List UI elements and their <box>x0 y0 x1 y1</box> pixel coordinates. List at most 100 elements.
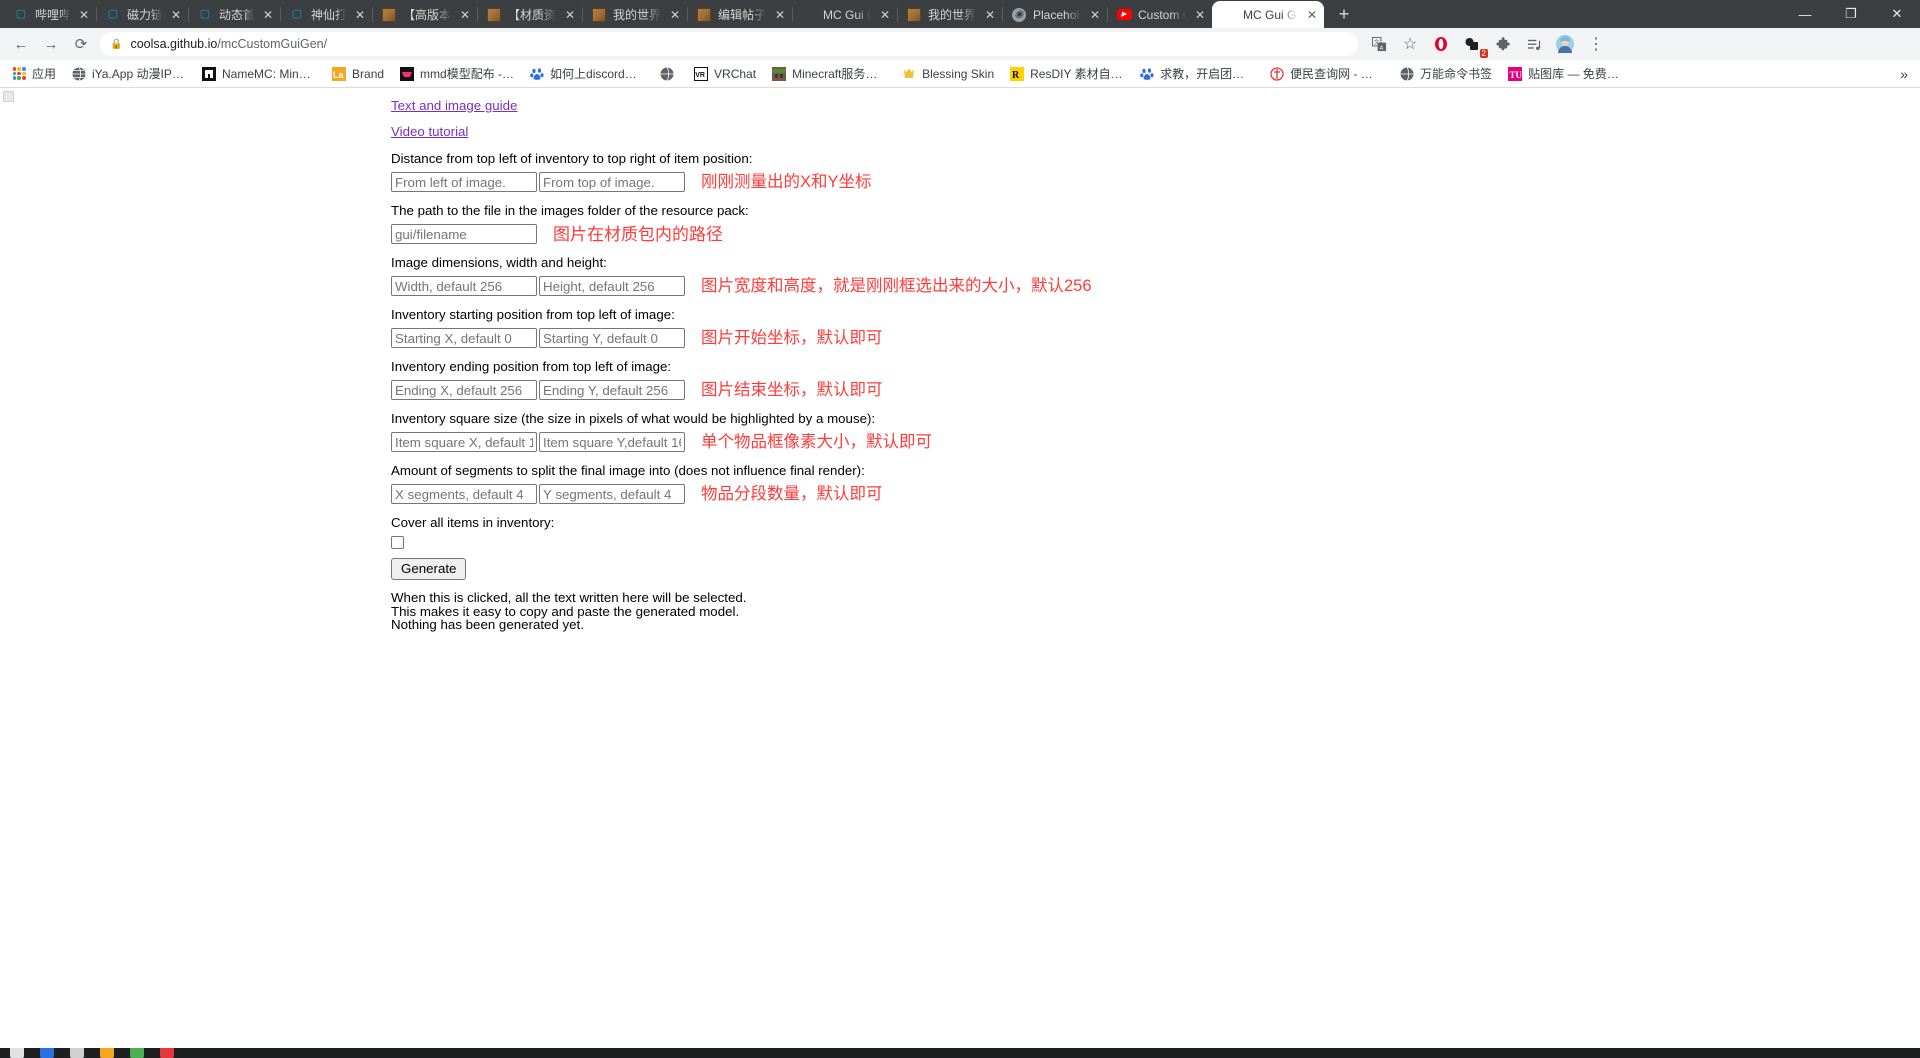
tab-bilibili-1[interactable]: ▢ 哔哩哔哩 ( ✕ <box>4 1 96 28</box>
tab-minecraft-4[interactable]: 我的世界材 ✕ <box>897 1 1002 28</box>
tab-close-icon[interactable]: ✕ <box>562 7 578 23</box>
tab-placeholder[interactable]: ◉ Placeholder ✕ <box>1002 1 1107 28</box>
tab-minecraft-3[interactable]: 我的世界材 ✕ <box>582 1 687 28</box>
item-square-y-input[interactable] <box>539 432 685 452</box>
bookmark-label: 便民查询网 - 免费... <box>1290 65 1384 82</box>
minecraft-cube-icon <box>591 7 607 23</box>
x-segments-input[interactable] <box>391 484 537 504</box>
bookmark-qiujiao[interactable]: 求教，开启团队竞... <box>1132 62 1262 86</box>
tab-close-icon[interactable]: ✕ <box>457 7 473 23</box>
mmd-icon <box>400 67 414 81</box>
bookmark-minecraft-servers[interactable]: Minecraft服务器/... <box>764 62 894 86</box>
reload-icon[interactable]: ⟳ <box>66 29 96 59</box>
tab-separator <box>897 7 898 22</box>
address-bar[interactable]: 🔒 coolsa.github.io/mcCustomGuiGen/ <box>100 32 1358 56</box>
tab-mc-gui-gen-active[interactable]: MC Gui Gen ✕ <box>1212 1 1324 28</box>
back-icon[interactable]: ← <box>6 29 36 59</box>
taskbar-icon[interactable] <box>130 1048 144 1058</box>
playlist-icon[interactable] <box>1519 29 1549 59</box>
bookmark-label: mmd模型配布 - S... <box>420 65 514 82</box>
bookmark-namemc[interactable]: NameMC: Minecr... <box>194 62 324 86</box>
tab-close-icon[interactable]: ✕ <box>667 7 683 23</box>
starting-x-input[interactable] <box>391 328 537 348</box>
extension-icon[interactable]: 2 <box>1457 29 1487 59</box>
bookmark-blessing-skin[interactable]: Blessing Skin <box>894 62 1002 86</box>
tab-close-icon[interactable]: ✕ <box>1192 7 1208 23</box>
tab-title: 磁力链接搜索 <box>127 6 162 23</box>
tab-title: 【高版本随 <box>403 6 451 23</box>
taskbar-icon[interactable] <box>100 1048 114 1058</box>
browser-menu-icon[interactable]: ⋮ <box>1581 29 1611 59</box>
tab-separator <box>1107 7 1108 22</box>
tab-mc-gui-gen-1[interactable]: MC Gui Gen ✕ <box>792 1 897 28</box>
tab-close-icon[interactable]: ✕ <box>76 7 92 23</box>
tab-minecraft-1[interactable]: 【高版本随 ✕ <box>372 1 477 28</box>
bookmark-globe-unnamed[interactable] <box>652 62 686 86</box>
item-square-x-input[interactable] <box>391 432 537 452</box>
tab-separator <box>280 7 281 22</box>
bookmark-apps[interactable]: 应用 <box>4 62 64 86</box>
bookmark-discord-guide[interactable]: 如何上discord不需... <box>522 62 652 86</box>
bookmark-mmd[interactable]: mmd模型配布 - S... <box>392 62 522 86</box>
tab-minecraft-2[interactable]: 【材质资源 ✕ <box>477 1 582 28</box>
tab-close-icon[interactable]: ✕ <box>982 7 998 23</box>
bookmark-commands[interactable]: 万能命令书签 <box>1392 62 1500 86</box>
globe-icon <box>1400 67 1414 81</box>
taskbar-icon[interactable] <box>40 1048 54 1058</box>
ending-x-input[interactable] <box>391 380 537 400</box>
taskbar-icon[interactable] <box>160 1048 174 1058</box>
tab-close-icon[interactable]: ✕ <box>772 7 788 23</box>
tab-close-icon[interactable]: ✕ <box>1087 7 1103 23</box>
tab-title: 哔哩哔哩 ( <box>35 6 70 23</box>
baidu-icon <box>530 67 544 81</box>
bookmarks-overflow-button[interactable]: » <box>1892 66 1916 82</box>
bookmark-vrchat[interactable]: VR VRChat <box>686 62 764 86</box>
close-window-button[interactable]: ✕ <box>1874 0 1920 28</box>
tab-close-icon[interactable]: ✕ <box>168 7 184 23</box>
generate-button[interactable]: Generate <box>391 558 466 580</box>
forward-icon[interactable]: → <box>36 29 66 59</box>
text-and-image-guide-link[interactable]: Text and image guide <box>391 98 517 113</box>
translate-icon[interactable]: 文A <box>1364 29 1394 59</box>
bookmark-bianmin[interactable]: 便民查询网 - 免费... <box>1262 62 1392 86</box>
from-top-of-image-input[interactable] <box>539 172 685 192</box>
new-tab-button[interactable]: + <box>1330 1 1358 28</box>
profile-avatar[interactable] <box>1550 29 1580 59</box>
url-text: coolsa.github.io/mcCustomGuiGen/ <box>130 37 327 51</box>
tab-title: Placeholder <box>1033 8 1081 22</box>
tab-close-icon[interactable]: ✕ <box>260 7 276 23</box>
bookmark-brand[interactable]: La Brand <box>324 62 392 86</box>
tab-bilibili-2[interactable]: ▢ 磁力链接搜索 ✕ <box>96 1 188 28</box>
starting-y-input[interactable] <box>539 328 685 348</box>
taskbar-icon[interactable] <box>70 1048 84 1058</box>
bookmark-resdiy[interactable]: R ResDIY 素材自助生... <box>1002 62 1132 86</box>
bookmark-tuku[interactable]: TU 贴图库 — 免费、高... <box>1500 62 1630 86</box>
globe-icon <box>660 67 674 81</box>
video-tutorial-link[interactable]: Video tutorial <box>391 124 468 139</box>
puzzle-extensions-icon[interactable] <box>1488 29 1518 59</box>
bookmark-iya-app[interactable]: iYa.App 动漫IP签... <box>64 62 194 86</box>
tab-bilibili-4[interactable]: ▢ 神仙打架， ✕ <box>280 1 372 28</box>
maximize-button[interactable]: ❐ <box>1828 0 1874 28</box>
image-height-input[interactable] <box>539 276 685 296</box>
ending-y-input[interactable] <box>539 380 685 400</box>
blessing-icon <box>902 67 916 81</box>
tab-custom-gui-youtube[interactable]: ▶ Custom Gui ✕ <box>1107 1 1212 28</box>
tab-close-icon[interactable]: ✕ <box>352 7 368 23</box>
namemc-icon <box>202 67 216 81</box>
image-width-input[interactable] <box>391 276 537 296</box>
bookmark-star-icon[interactable]: ☆ <box>1395 29 1425 59</box>
opera-extension-icon[interactable] <box>1426 29 1456 59</box>
annotation-segments: 物品分段数量，默认即可 <box>701 486 883 503</box>
gui-filename-input[interactable] <box>391 224 537 244</box>
tab-close-icon[interactable]: ✕ <box>877 7 893 23</box>
field-label-starting-position: Inventory starting position from top lef… <box>391 307 1491 322</box>
tab-edit-post[interactable]: 编辑帖子 - ✕ <box>687 1 792 28</box>
minimize-button[interactable]: — <box>1782 0 1828 28</box>
tab-bilibili-3[interactable]: ▢ 动态首页-哔 ✕ <box>188 1 280 28</box>
y-segments-input[interactable] <box>539 484 685 504</box>
from-left-of-image-input[interactable] <box>391 172 537 192</box>
taskbar-icon[interactable] <box>10 1048 24 1058</box>
tab-close-icon[interactable]: ✕ <box>1304 7 1320 23</box>
cover-all-items-checkbox[interactable] <box>391 536 404 549</box>
